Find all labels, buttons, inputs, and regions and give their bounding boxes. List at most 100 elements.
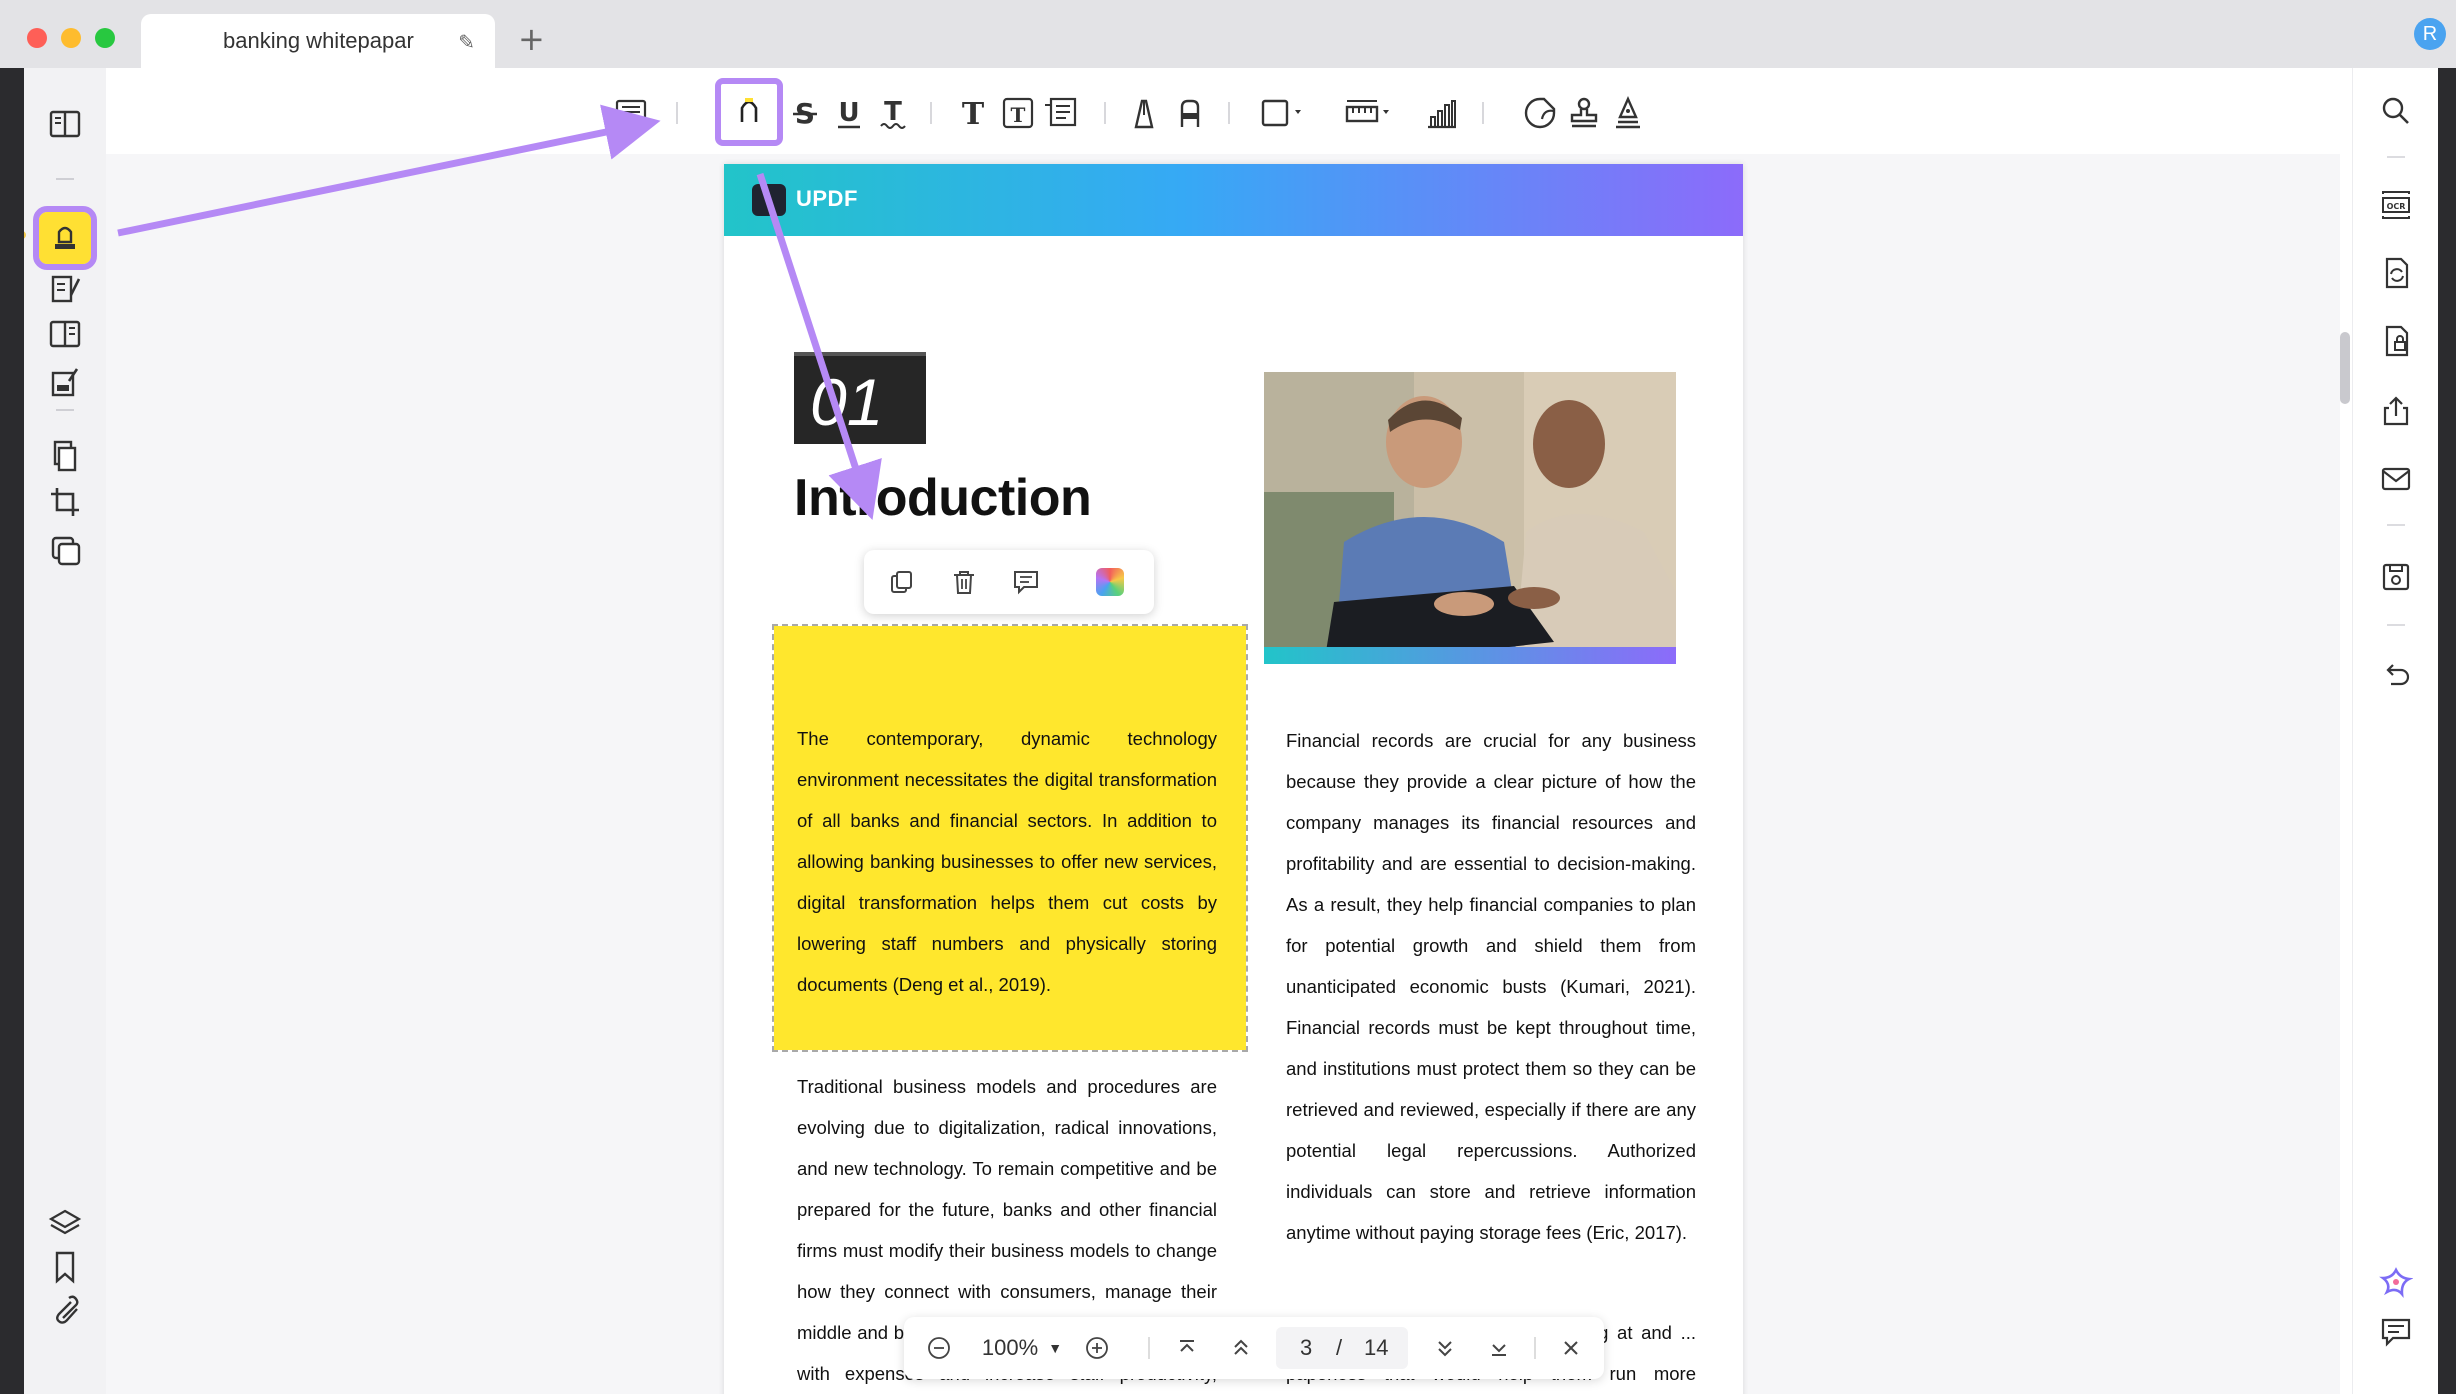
ocr-icon: OCR: [2382, 191, 2410, 219]
document-tab[interactable]: banking whitepapar ✎: [141, 14, 495, 68]
textbox-tool-button[interactable]: T: [995, 90, 1041, 136]
attachment-button[interactable]: [39, 1284, 91, 1336]
chapter-number: 01: [810, 365, 884, 439]
add-comment-button[interactable]: [1010, 566, 1042, 598]
eraser-tool-button[interactable]: [1167, 90, 1213, 136]
protect-button[interactable]: [2375, 320, 2417, 362]
minimize-window-button[interactable]: [61, 28, 81, 48]
svg-text:T: T: [1011, 103, 1026, 127]
strikethrough-icon: S: [793, 97, 817, 130]
reader-mode-button[interactable]: [39, 98, 91, 150]
ai-assistant-button[interactable]: [2375, 1262, 2417, 1304]
pencil-tool-button[interactable]: [1121, 90, 1167, 136]
brand-name: UPDF: [796, 186, 858, 211]
zoom-in-button[interactable]: [1080, 1331, 1114, 1365]
comments-panel-button[interactable]: [2375, 1310, 2417, 1352]
chevron-down-icon: ▼: [1048, 1340, 1063, 1356]
reader-icon: [49, 110, 81, 138]
batch-button[interactable]: [39, 524, 91, 576]
email-button[interactable]: [2375, 458, 2417, 500]
share-button[interactable]: [2375, 390, 2417, 432]
sticker-icon: [1524, 97, 1556, 129]
search-button[interactable]: [2375, 90, 2417, 132]
text-tool-button[interactable]: T: [950, 90, 996, 136]
page-tools-button[interactable]: [39, 430, 91, 482]
share-icon: [2383, 396, 2409, 426]
last-page-icon: [1492, 1344, 1506, 1356]
page-number-field[interactable]: 3 / 14: [1276, 1327, 1408, 1369]
sticker-tool-button[interactable]: [1517, 90, 1563, 136]
text-callout-tool-button[interactable]: [1038, 90, 1084, 136]
close-icon: [1564, 1341, 1578, 1355]
convert-button[interactable]: [2375, 252, 2417, 294]
chevron-double-up-icon: [1234, 1339, 1248, 1355]
copy-annotation-button[interactable]: [886, 566, 918, 598]
ai-assistant-icon: [2379, 1267, 2413, 1298]
zoom-in-icon: [1086, 1337, 1108, 1359]
close-navigation-button[interactable]: [1554, 1331, 1588, 1365]
close-window-button[interactable]: [27, 28, 47, 48]
zoom-window-button[interactable]: [95, 28, 115, 48]
page-navigation-bar: 100% ▼ 3 / 14: [904, 1317, 1604, 1379]
comment-mode-button[interactable]: [33, 206, 97, 270]
page-header-banner: UPDF: [724, 164, 1743, 236]
next-page-button[interactable]: [1428, 1331, 1462, 1365]
signature-icon: [1616, 96, 1640, 129]
zoom-level-dropdown[interactable]: 100% ▼: [974, 1331, 1070, 1365]
sidebar-divider: [2387, 624, 2405, 626]
nav-divider: [1148, 1337, 1150, 1359]
save-button[interactable]: [2375, 556, 2417, 598]
text-callout-icon: [1045, 97, 1077, 127]
title-bar: banking whitepapar ✎ + R: [0, 0, 2456, 68]
left-sidebar: [24, 68, 106, 1394]
signature-tool-button[interactable]: [1605, 90, 1651, 136]
window-frame: S U T T T OCR UPDF 01 Introduction The c…: [0, 68, 2456, 1394]
ocr-button[interactable]: OCR: [2375, 184, 2417, 226]
underline-icon: U: [838, 98, 860, 129]
delete-annotation-button[interactable]: [948, 566, 980, 598]
measure-tool-button[interactable]: [1338, 90, 1404, 136]
previous-page-button[interactable]: [1224, 1331, 1258, 1365]
text-icon: T: [962, 97, 985, 131]
email-icon: [2381, 467, 2411, 491]
zoom-out-button[interactable]: [922, 1331, 956, 1365]
last-page-button[interactable]: [1482, 1331, 1516, 1365]
pencil-icon: [1134, 99, 1154, 129]
new-tab-button[interactable]: +: [518, 20, 545, 58]
underline-tool-button[interactable]: U: [826, 90, 872, 136]
convert-icon: [2385, 257, 2409, 289]
current-page: 3: [1300, 1335, 1313, 1360]
total-pages: 14: [1364, 1335, 1389, 1360]
crop-button[interactable]: [39, 476, 91, 528]
toolbar-divider: [676, 102, 678, 124]
vertical-scrollbar[interactable]: [2340, 332, 2350, 404]
stamp-tool-button[interactable]: [1561, 90, 1607, 136]
toolbar-divider: [1104, 102, 1106, 124]
toolbar-divider: [1228, 102, 1230, 124]
svg-text:U: U: [838, 98, 859, 128]
user-avatar[interactable]: R: [2414, 18, 2446, 50]
fill-sign-button[interactable]: [39, 357, 91, 409]
undo-icon: [2386, 664, 2410, 686]
sidebar-divider: [2387, 524, 2405, 526]
color-picker-button[interactable]: [1096, 568, 1124, 596]
squiggly-tool-button[interactable]: T: [870, 90, 916, 136]
comment-highlighter-icon: [55, 226, 75, 249]
annotation-popover: [864, 550, 1154, 614]
undo-button[interactable]: [2375, 654, 2417, 696]
strikethrough-tool-button[interactable]: S: [782, 90, 828, 136]
squiggly-icon: T: [880, 97, 906, 129]
shape-tool-button[interactable]: [1252, 90, 1318, 136]
rename-pencil-icon[interactable]: ✎: [458, 30, 475, 55]
note-tool-button[interactable]: [608, 90, 654, 136]
eraser-icon: [1180, 99, 1200, 127]
chapter-title: Introduction: [794, 469, 1092, 527]
first-page-button[interactable]: [1170, 1331, 1204, 1365]
highlighted-paragraph: The contemporary, dynamic technology env…: [797, 728, 1217, 995]
highlight-tool-button[interactable]: [715, 78, 783, 146]
chart-tool-button[interactable]: [1419, 90, 1465, 136]
attachment-icon: [56, 1295, 79, 1324]
organize-pages-button[interactable]: [39, 308, 91, 360]
protect-icon: [2385, 325, 2409, 357]
comments-icon: [2381, 1318, 2411, 1347]
